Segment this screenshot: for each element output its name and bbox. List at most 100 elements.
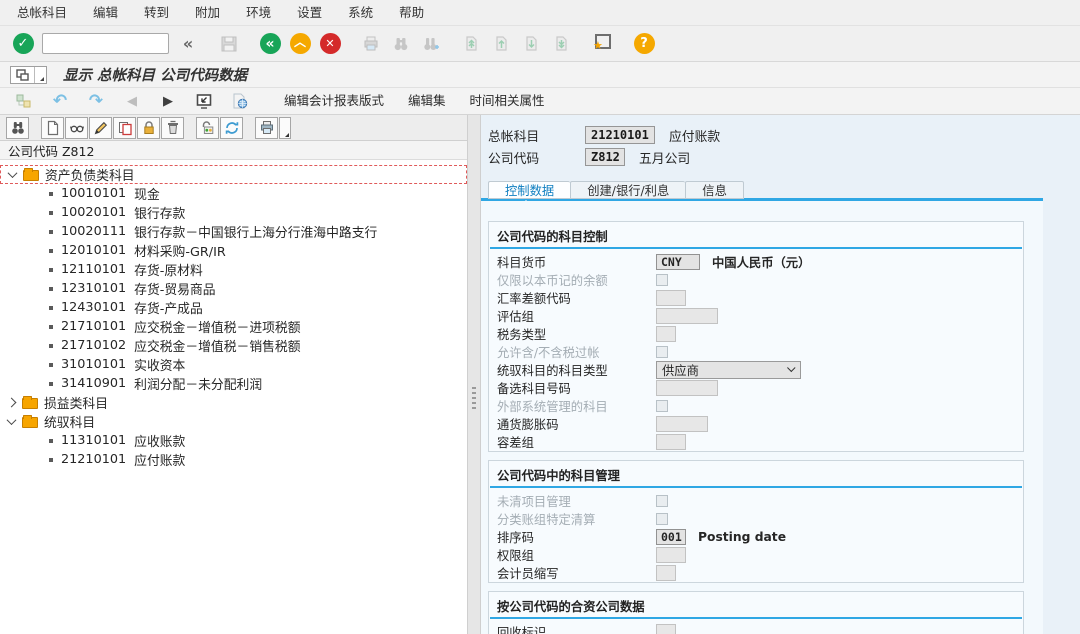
menu-item-5[interactable]: 环境 (233, 0, 284, 25)
change-button[interactable] (89, 117, 112, 139)
tree-item[interactable]: 12110101存货-原材料 (0, 260, 467, 279)
block-button[interactable] (137, 117, 160, 139)
checkbox[interactable] (656, 513, 668, 525)
display-button[interactable] (65, 117, 88, 139)
check-circle-icon: ✓ (13, 33, 34, 54)
tree-item[interactable]: 12430101存货-产成品 (0, 298, 467, 317)
tree-item[interactable]: 10010101现金 (0, 184, 467, 203)
input-field[interactable] (656, 565, 676, 581)
delete-button[interactable] (161, 117, 184, 139)
company-code-field[interactable]: Z812 (585, 148, 625, 166)
dropdown-field[interactable]: 供应商 (656, 361, 801, 379)
exit-button[interactable]: ︿ (288, 32, 312, 56)
hierarchy-button[interactable] (11, 90, 37, 112)
tree-item[interactable]: 10020101银行存款 (0, 203, 467, 222)
unblock-button[interactable] (196, 117, 219, 139)
window-menu-arrow-icon[interactable] (35, 67, 46, 83)
first-page-button[interactable] (460, 32, 484, 56)
chevron-down-icon[interactable] (8, 168, 18, 178)
tree-item[interactable]: 12010101材料采购-GR/IR (0, 241, 467, 260)
create-button[interactable] (41, 117, 64, 139)
app-toolbar-button-3[interactable]: 时间相关属性 (458, 89, 557, 113)
input-field[interactable] (656, 308, 718, 324)
checkbox[interactable] (656, 495, 668, 507)
input-field[interactable] (656, 380, 718, 396)
input-field[interactable] (656, 326, 676, 342)
account-name: 应付账款 (134, 450, 185, 469)
printer-dark-icon (259, 120, 275, 136)
tree-folder[interactable]: 统驭科目 (0, 412, 467, 431)
tree-item[interactable]: 12310101存货-贸易商品 (0, 279, 467, 298)
tree-item[interactable]: 21710102应交税金－增值税－销售税额 (0, 336, 467, 355)
gl-account-field[interactable]: 21210101 (585, 126, 655, 144)
form-section-1: 公司代码的科目控制科目货币CNY中国人民币（元）仅限以本币记的余额汇率差额代码评… (488, 221, 1024, 452)
last-page-button[interactable] (550, 32, 574, 56)
chevron-right-icon[interactable] (7, 398, 17, 408)
checkbox[interactable] (656, 346, 668, 358)
tree-item[interactable]: 31010101实收资本 (0, 355, 467, 374)
doc-globe-button[interactable] (227, 90, 253, 112)
input-field[interactable] (656, 547, 686, 563)
window-menu-button[interactable] (10, 66, 47, 84)
app-toolbar-button-2[interactable]: 编辑集 (396, 89, 458, 113)
panel-splitter[interactable] (467, 115, 481, 634)
screen-assign-button[interactable] (191, 90, 217, 112)
next-page-button[interactable] (520, 32, 544, 56)
next-object-button[interactable]: ▶ (155, 90, 181, 112)
tab-3[interactable]: 信息 (685, 181, 744, 199)
previous-object-button[interactable]: ◀ (119, 90, 145, 112)
input-field[interactable] (656, 434, 686, 450)
input-field[interactable]: 001 (656, 529, 686, 545)
command-field[interactable] (42, 33, 169, 54)
tree-item[interactable]: 11310101应收账款 (0, 431, 467, 450)
menu-item-2[interactable]: 编辑 (80, 0, 131, 25)
print-button[interactable] (359, 32, 383, 56)
field-label: 税务类型 (497, 325, 656, 343)
tab-2[interactable]: 创建/银行/利息 (570, 181, 685, 199)
find-button[interactable] (6, 117, 29, 139)
tree-toolbar-group (41, 117, 185, 139)
menu-item-8[interactable]: 帮助 (386, 0, 437, 25)
tab-strip: 控制数据创建/银行/利息信息 (488, 181, 1080, 199)
back-button[interactable]: « (258, 32, 282, 56)
tree-item[interactable]: 21710101应交税金－增值税－进项税额 (0, 317, 467, 336)
menu-item-6[interactable]: 设置 (284, 0, 335, 25)
tree-folder[interactable]: 损益类科目 (0, 393, 467, 412)
input-field[interactable] (656, 416, 708, 432)
menu-item-7[interactable]: 系统 (335, 0, 386, 25)
tree-item[interactable]: 21210101应付账款 (0, 450, 467, 469)
collapse-button[interactable]: « (176, 32, 200, 56)
tree-folder[interactable]: 资产负债类科目 (0, 165, 467, 184)
cancel-button[interactable]: ✕ (318, 32, 342, 56)
print-options-button[interactable] (279, 117, 291, 139)
copy-button[interactable] (113, 117, 136, 139)
input-field[interactable] (656, 290, 686, 306)
form-row: 权限组 (489, 546, 1023, 564)
app-toolbar-button-1[interactable]: 编辑会计报表版式 (272, 89, 396, 113)
tree-item[interactable]: 31410901利润分配－未分配利润 (0, 374, 467, 393)
find-button[interactable] (389, 32, 413, 56)
previous-page-button[interactable] (490, 32, 514, 56)
undo-button[interactable]: ↶ (47, 90, 73, 112)
refresh-button[interactable] (220, 117, 243, 139)
input-field[interactable]: CNY (656, 254, 700, 270)
print-tree-button[interactable] (255, 117, 278, 139)
splitter-handle-icon[interactable] (472, 387, 476, 411)
help-button[interactable]: ? (632, 32, 656, 56)
form-row: 通货膨胀码 (489, 415, 1023, 433)
input-field[interactable] (656, 624, 676, 634)
save-button[interactable] (217, 32, 241, 56)
find-next-button[interactable] (419, 32, 443, 56)
menu-item-4[interactable]: 附加 (182, 0, 233, 25)
tab-1[interactable]: 控制数据 (488, 181, 570, 199)
checkbox[interactable] (656, 400, 668, 412)
enter-button[interactable]: ✓ (11, 32, 35, 56)
menu-item-1[interactable]: 总帐科目 (4, 0, 80, 25)
redo-button[interactable]: ↷ (83, 90, 109, 112)
new-session-button[interactable]: ★ (591, 32, 615, 56)
checkbox[interactable] (656, 274, 668, 286)
chevron-down-icon[interactable] (7, 415, 17, 425)
tree-item[interactable]: 10020111银行存款－中国银行上海分行淮海中路支行 (0, 222, 467, 241)
page-first-icon (463, 35, 481, 53)
menu-item-3[interactable]: 转到 (131, 0, 182, 25)
